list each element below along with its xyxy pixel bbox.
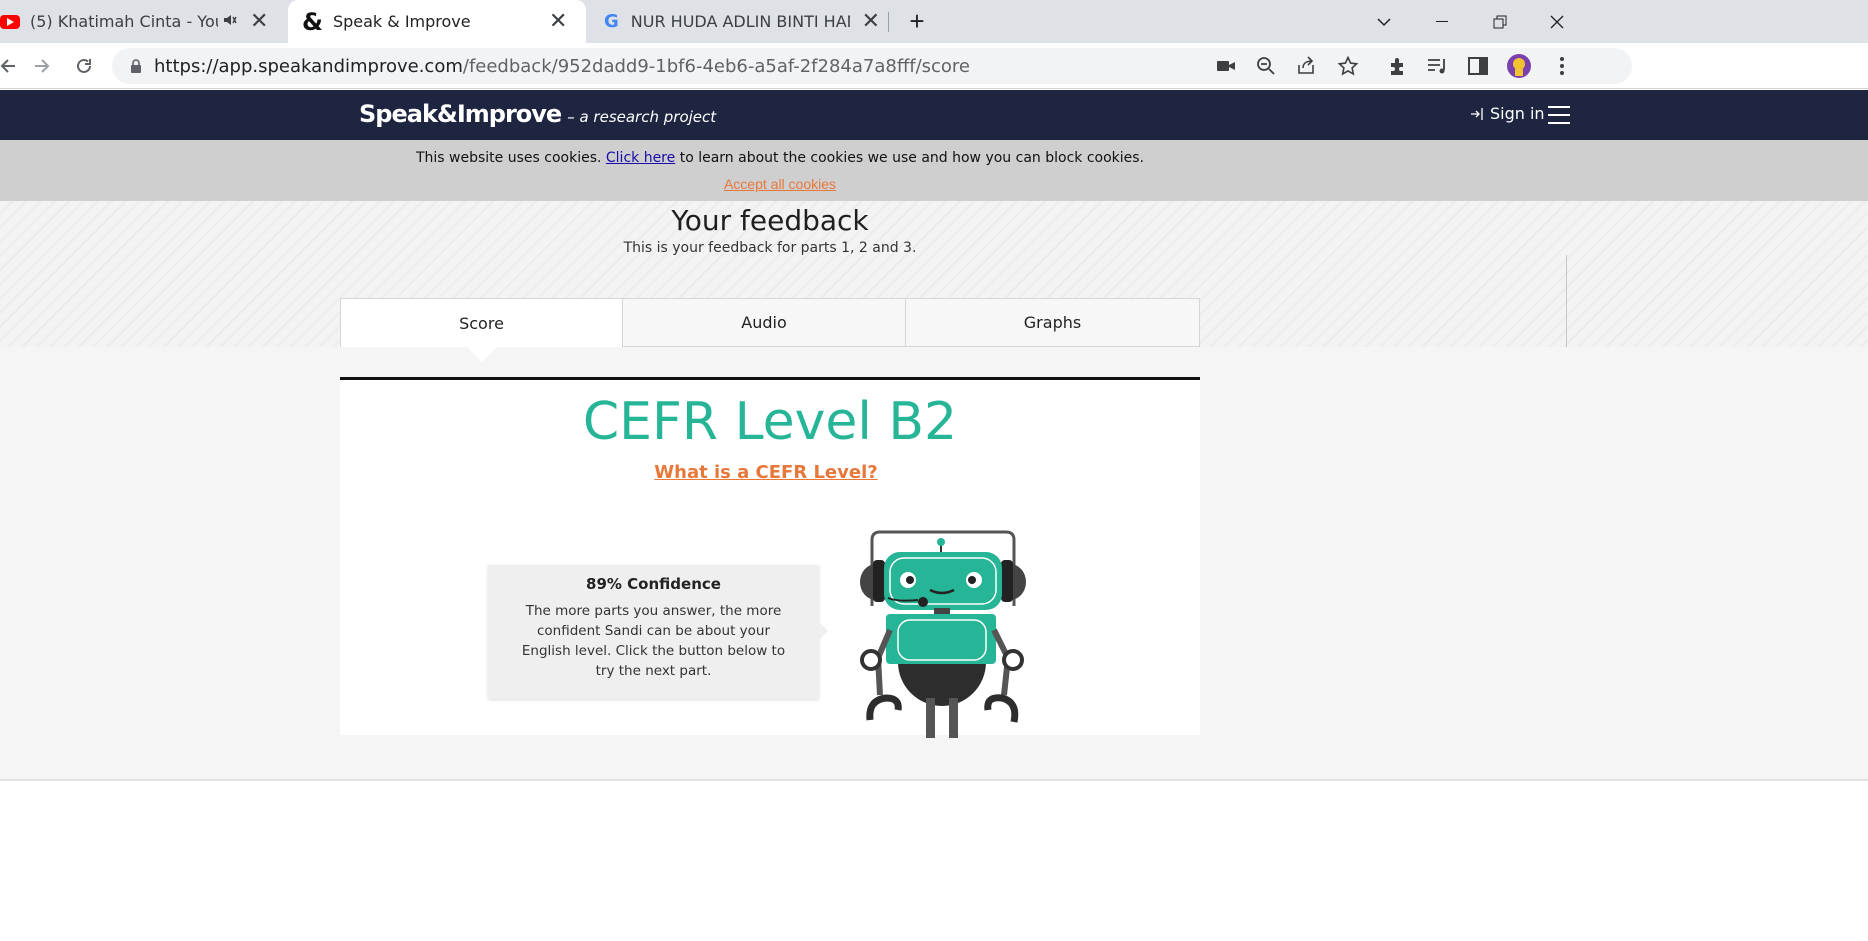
- tab-title: Speak & Improve: [332, 12, 471, 31]
- minimize-icon[interactable]: [1430, 0, 1454, 43]
- close-tab-icon[interactable]: ✕: [862, 10, 880, 33]
- more-menu-icon[interactable]: [1550, 54, 1574, 78]
- side-panel-icon[interactable]: [1466, 54, 1490, 78]
- url-path: /feedback/952dadd9-1bf6-4eb6-a5af-2f284a…: [462, 56, 971, 77]
- logo-tagline: – a research project: [567, 108, 717, 126]
- scrollbar-track: [1566, 255, 1567, 347]
- sign-in-label: Sign in: [1490, 104, 1545, 123]
- url-text[interactable]: https://app.speakandimprove.com/feedback…: [154, 56, 970, 77]
- logo-text: Speak&Improve: [359, 100, 562, 128]
- speaker-icon[interactable]: [222, 12, 240, 32]
- tab-score[interactable]: Score: [340, 298, 623, 347]
- browser-tab-google[interactable]: G NUR HUDA ADLIN BINTI HANIZAM ✕: [600, 0, 880, 43]
- sign-in-icon: [1471, 107, 1483, 120]
- browser-tab-speak-improve[interactable]: & Speak & Improve ✕: [288, 0, 586, 43]
- lock-icon[interactable]: [124, 54, 148, 78]
- tab-audio[interactable]: Audio: [623, 298, 906, 347]
- tab-search-icon[interactable]: [1372, 0, 1396, 43]
- profile-avatar[interactable]: [1506, 53, 1532, 79]
- back-icon[interactable]: [0, 52, 22, 80]
- speech-bubble-pointer: [819, 622, 828, 640]
- close-tab-icon[interactable]: ✕: [549, 10, 567, 33]
- media-control-icon[interactable]: [1426, 54, 1450, 78]
- accept-cookies-link[interactable]: Accept all cookies: [0, 176, 1560, 192]
- cookie-message: This website uses cookies. Click here to…: [0, 150, 1560, 166]
- youtube-icon: [0, 14, 20, 29]
- site-header: Speak&Improve – a research project Sign i…: [0, 90, 1868, 140]
- browser-toolbar: https://app.speakandimprove.com/feedback…: [0, 43, 1868, 89]
- tab-graphs[interactable]: Graphs: [906, 298, 1200, 347]
- share-icon[interactable]: [1294, 54, 1318, 78]
- close-tab-icon[interactable]: ✕: [250, 10, 268, 33]
- cefr-info-link[interactable]: What is a CEFR Level?: [336, 462, 1196, 483]
- cookie-info-link[interactable]: Click here: [606, 150, 675, 166]
- site-logo[interactable]: Speak&Improve – a research project: [359, 100, 716, 128]
- restore-icon[interactable]: [1488, 0, 1512, 43]
- tab-title: NUR HUDA ADLIN BINTI HANIZAM: [630, 12, 850, 31]
- extensions-icon[interactable]: [1386, 54, 1410, 78]
- browser-tab-strip: (5) Khatimah Cinta - YouTube ✕ & Speak &…: [0, 0, 1868, 43]
- close-window-icon[interactable]: [1546, 0, 1568, 43]
- forward-icon[interactable]: [28, 52, 56, 80]
- new-tab-icon[interactable]: +: [903, 0, 931, 43]
- tab-title: (5) Khatimah Cinta - YouTube: [30, 12, 218, 31]
- active-tab-pointer: [466, 346, 498, 362]
- robot-mascot-icon: [860, 530, 1026, 738]
- confidence-title: 89% Confidence: [586, 575, 721, 593]
- menu-icon[interactable]: [1548, 106, 1570, 130]
- browser-tab-youtube[interactable]: (5) Khatimah Cinta - YouTube ✕: [0, 0, 286, 43]
- confidence-text: The more parts you answer, the more conf…: [521, 603, 786, 679]
- tab-separator: [888, 12, 889, 32]
- url-host: https://app.speakandimprove.com: [154, 56, 463, 77]
- confidence-box: 89% Confidence The more parts you answer…: [488, 565, 819, 699]
- cookie-banner: This website uses cookies. Click here to…: [0, 140, 1868, 201]
- page-subtitle: This is your feedback for parts 1, 2 and…: [623, 240, 917, 256]
- feedback-tabs: Score Audio Graphs: [340, 298, 1200, 347]
- cookie-text-after: to learn about the cookies we use and ho…: [679, 150, 1144, 166]
- cefr-level: CEFR Level B2: [582, 392, 958, 452]
- page-footer-area: [0, 779, 1868, 941]
- zoom-out-icon[interactable]: [1254, 54, 1278, 78]
- google-icon: G: [604, 11, 619, 32]
- speak-improve-favicon: &: [302, 7, 323, 36]
- camera-icon[interactable]: [1214, 54, 1238, 78]
- cookie-text-before: This website uses cookies.: [415, 150, 602, 166]
- bookmark-star-icon[interactable]: [1336, 54, 1360, 78]
- sign-in-link[interactable]: Sign in: [1470, 104, 1545, 123]
- page-title: Your feedback: [671, 204, 869, 237]
- reload-icon[interactable]: [70, 52, 98, 80]
